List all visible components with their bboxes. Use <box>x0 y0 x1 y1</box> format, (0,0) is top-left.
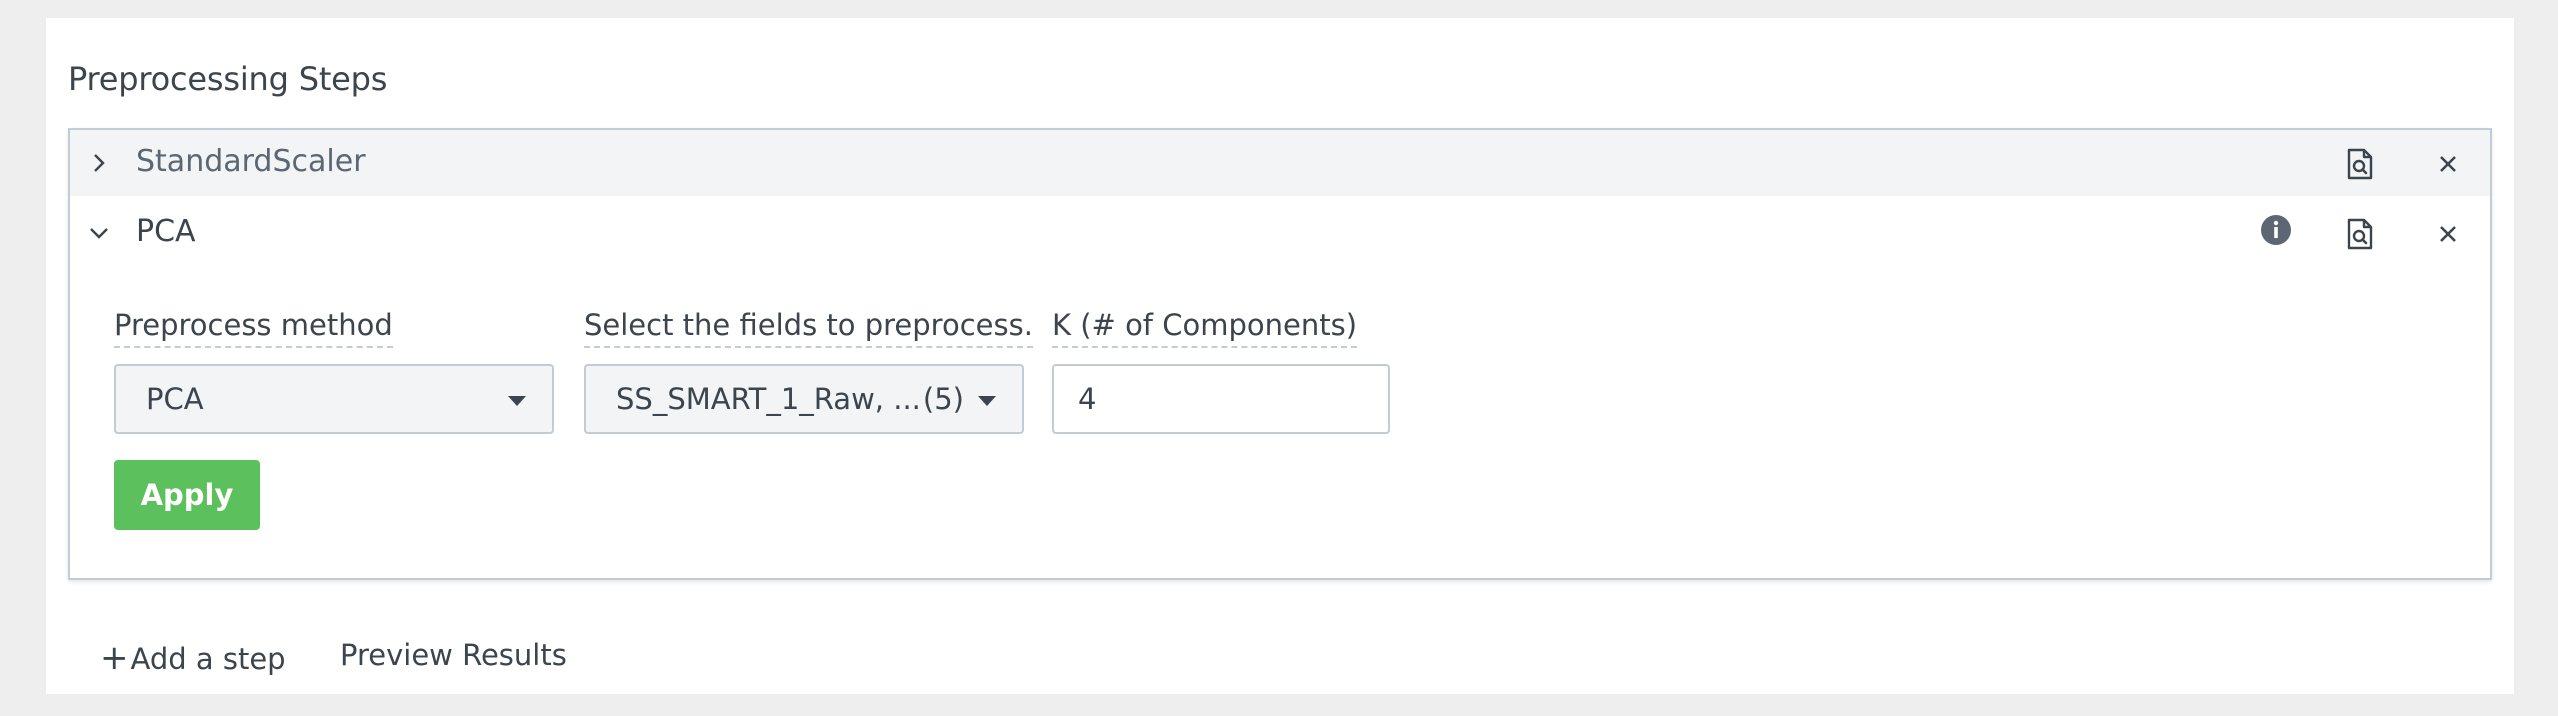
plus-icon: + <box>100 638 129 678</box>
add-step-label: Add a step <box>130 642 286 676</box>
preprocess-method-select[interactable]: PCA <box>114 364 554 434</box>
preprocess-method-label: Preprocess method <box>114 308 393 348</box>
section-title: Preprocessing Steps <box>68 60 388 98</box>
apply-button[interactable]: Apply <box>114 460 260 530</box>
caret-down-icon <box>978 396 996 406</box>
caret-down-icon <box>508 396 526 406</box>
add-step-button[interactable]: +Add a step <box>100 638 286 678</box>
preprocess-method-value: PCA <box>146 382 204 416</box>
fields-multiselect-value: SS_SMART_1_Raw, ... <box>616 382 921 416</box>
step-name[interactable]: PCA <box>136 214 196 249</box>
preview-results-button[interactable]: Preview Results <box>340 638 567 672</box>
chevron-down-icon[interactable] <box>88 222 110 244</box>
step-row-standardscaler[interactable]: StandardScaler <box>70 130 2490 196</box>
preview-icon[interactable] <box>2342 146 2378 182</box>
preview-icon[interactable] <box>2342 216 2378 252</box>
fields-count-badge: (5) <box>922 382 964 416</box>
close-icon[interactable] <box>2430 216 2466 252</box>
k-components-label: K (# of Components) <box>1052 308 1358 348</box>
step-row-pca[interactable]: PCA <box>70 196 2490 266</box>
close-icon[interactable] <box>2430 146 2466 182</box>
fields-multiselect[interactable]: SS_SMART_1_Raw, ... (5) <box>584 364 1024 434</box>
chevron-right-icon[interactable] <box>88 152 110 174</box>
fields-select-label: Select the fields to preprocess. <box>584 308 1033 348</box>
step-name[interactable]: StandardScaler <box>136 144 366 179</box>
steps-list: StandardScaler PCA Preprocess method Sel… <box>68 128 2492 580</box>
k-components-input[interactable] <box>1052 364 1390 434</box>
info-icon[interactable] <box>2258 212 2294 248</box>
preprocessing-panel: Preprocessing Steps StandardScaler PCA P… <box>46 18 2514 694</box>
